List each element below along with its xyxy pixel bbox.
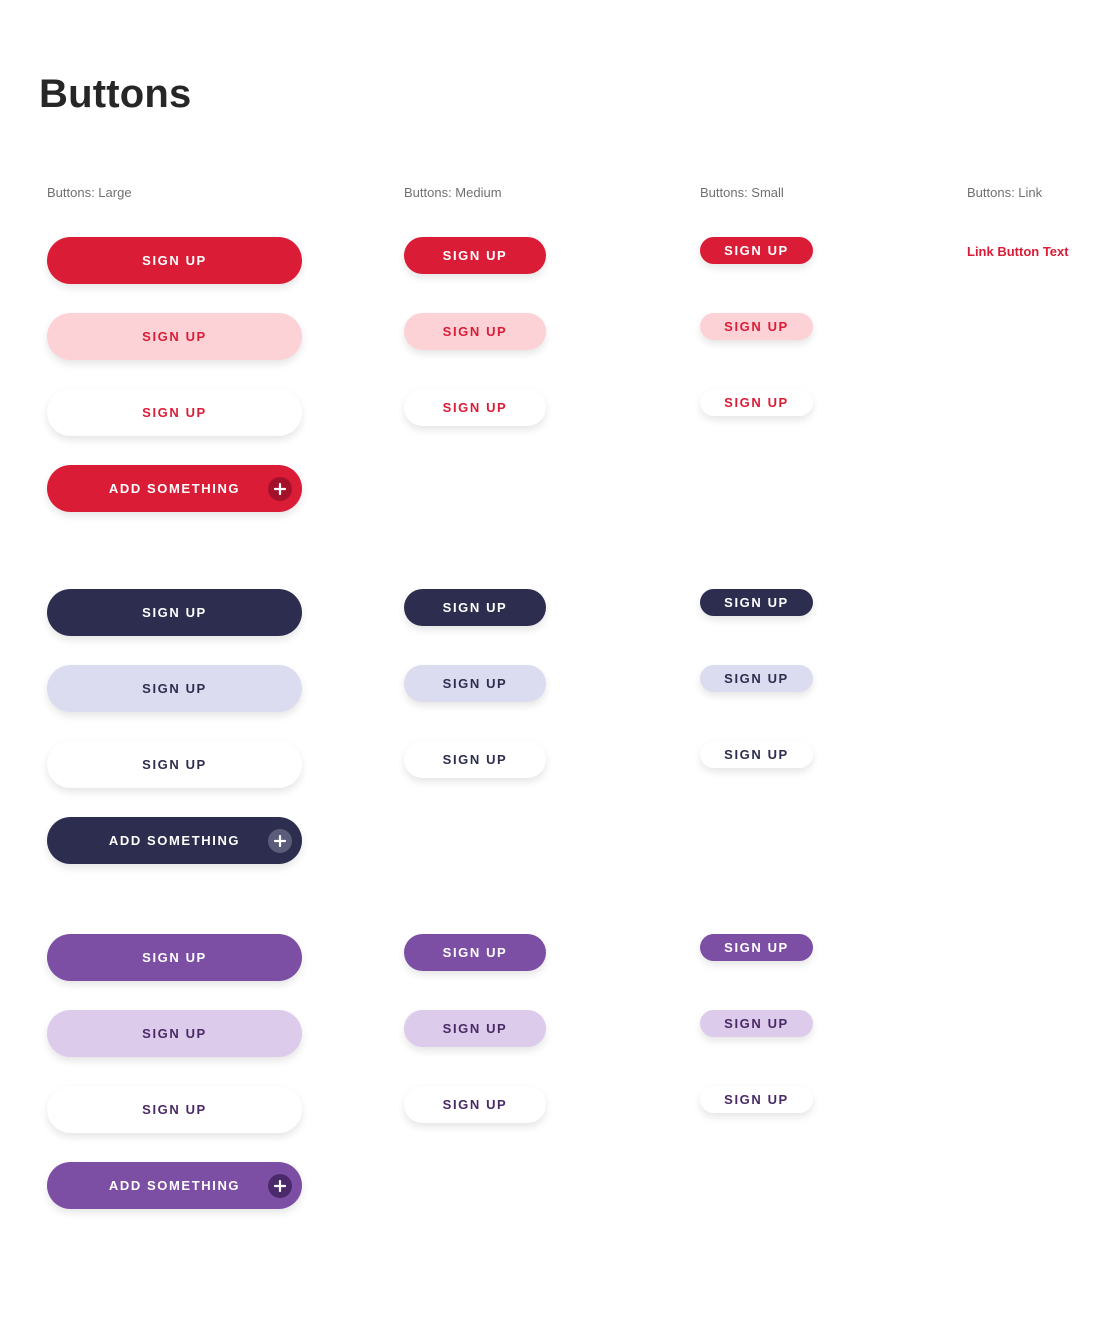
sign-up-button-large-outline-purple[interactable]: SIGN UP: [47, 1086, 302, 1133]
sign-up-button-small-primary-purple[interactable]: SIGN UP: [700, 934, 813, 961]
sign-up-button-small-outline-red[interactable]: SIGN UP: [700, 389, 813, 416]
plus-icon: [268, 476, 292, 501]
sign-up-button-medium-primary-purple[interactable]: SIGN UP: [404, 934, 546, 971]
sign-up-button-medium-outline-purple[interactable]: SIGN UP: [404, 1086, 546, 1123]
sign-up-button-small-light-navy[interactable]: SIGN UP: [700, 665, 813, 692]
add-something-button-red[interactable]: ADD SOMETHING: [47, 465, 302, 512]
sign-up-button-medium-outline-navy[interactable]: SIGN UP: [404, 741, 546, 778]
link-button[interactable]: Link Button Text: [967, 243, 1069, 261]
sign-up-button-large-light-purple[interactable]: SIGN UP: [47, 1010, 302, 1057]
sign-up-button-small-light-red[interactable]: SIGN UP: [700, 313, 813, 340]
sign-up-button-small-outline-navy[interactable]: SIGN UP: [700, 741, 813, 768]
page-title: Buttons: [39, 72, 192, 116]
sign-up-button-small-primary-red[interactable]: SIGN UP: [700, 237, 813, 264]
sign-up-button-large-outline-navy[interactable]: SIGN UP: [47, 741, 302, 788]
sign-up-button-large-primary-navy[interactable]: SIGN UP: [47, 589, 302, 636]
add-something-label: ADD SOMETHING: [108, 481, 241, 496]
sign-up-button-small-outline-purple[interactable]: SIGN UP: [700, 1086, 813, 1113]
sign-up-button-medium-light-navy[interactable]: SIGN UP: [404, 665, 546, 702]
column-label-link: Buttons: Link: [967, 185, 1043, 200]
sign-up-button-large-light-navy[interactable]: SIGN UP: [47, 665, 302, 712]
plus-icon: [268, 1173, 292, 1198]
sign-up-button-small-primary-navy[interactable]: SIGN UP: [700, 589, 813, 616]
add-something-button-navy[interactable]: ADD SOMETHING: [47, 817, 302, 864]
sign-up-button-small-light-purple[interactable]: SIGN UP: [700, 1010, 813, 1037]
sign-up-button-large-outline-red[interactable]: SIGN UP: [47, 389, 302, 436]
plus-icon: [268, 828, 292, 853]
add-something-label: ADD SOMETHING: [108, 1178, 241, 1193]
sign-up-button-medium-light-purple[interactable]: SIGN UP: [404, 1010, 546, 1047]
sign-up-button-large-light-red[interactable]: SIGN UP: [47, 313, 302, 360]
sign-up-button-medium-outline-red[interactable]: SIGN UP: [404, 389, 546, 426]
column-label-small: Buttons: Small: [700, 185, 784, 200]
sign-up-button-large-primary-purple[interactable]: SIGN UP: [47, 934, 302, 981]
sign-up-button-medium-primary-red[interactable]: SIGN UP: [404, 237, 546, 274]
add-something-button-purple[interactable]: ADD SOMETHING: [47, 1162, 302, 1209]
sign-up-button-medium-light-red[interactable]: SIGN UP: [404, 313, 546, 350]
sign-up-button-large-primary-red[interactable]: SIGN UP: [47, 237, 302, 284]
sign-up-button-medium-primary-navy[interactable]: SIGN UP: [404, 589, 546, 626]
column-label-medium: Buttons: Medium: [404, 185, 502, 200]
add-something-label: ADD SOMETHING: [108, 833, 241, 848]
column-label-large: Buttons: Large: [47, 185, 132, 200]
